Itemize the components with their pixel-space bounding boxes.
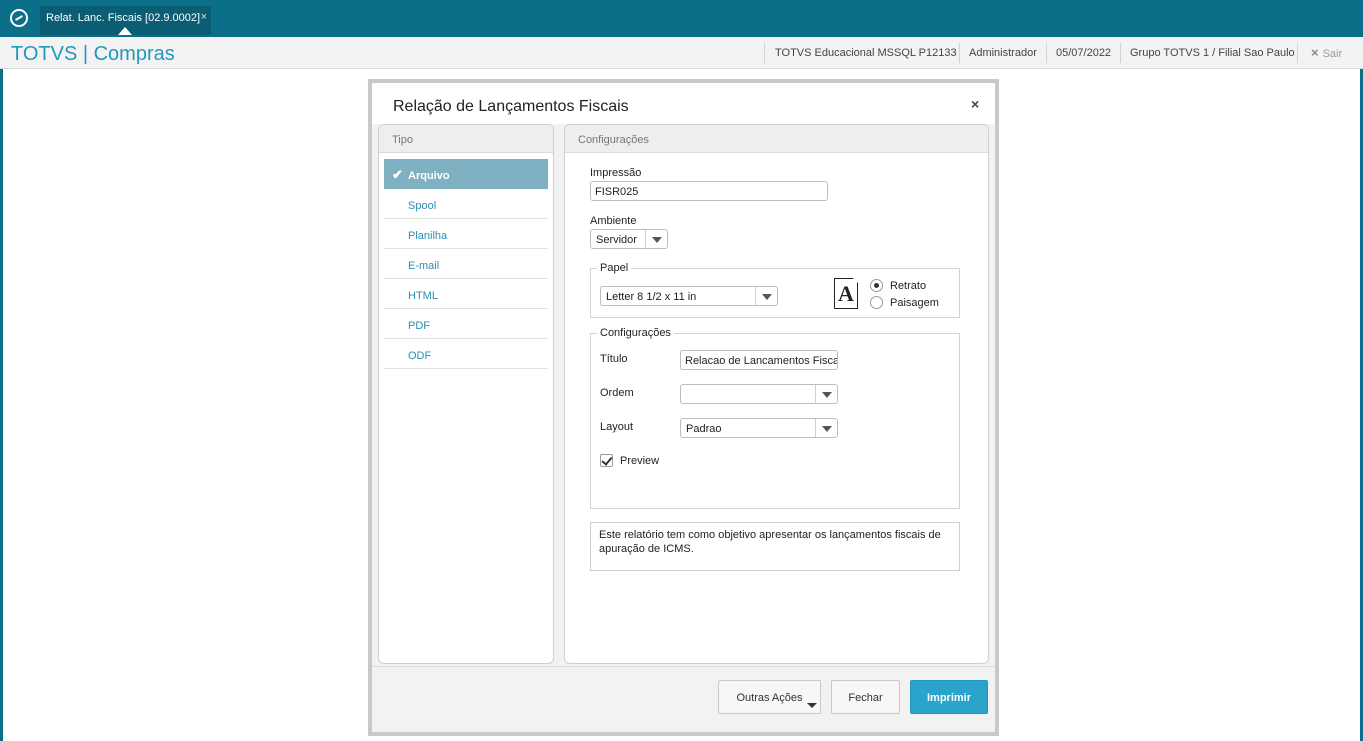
checkmark-icon: ✔ <box>392 167 403 182</box>
dialog-title: Relação de Lançamentos Fiscais <box>393 98 629 115</box>
tipo-panel-header: Tipo <box>379 125 553 153</box>
close-icon: × <box>1311 45 1319 60</box>
paper-size-select[interactable]: Letter 8 1/2 x 11 in <box>600 286 778 306</box>
totvs-logo-icon[interactable] <box>10 9 28 27</box>
header-divider <box>1297 43 1298 63</box>
app-title: TOTVS | Compras <box>11 43 175 65</box>
tipo-item-label: Planilha <box>408 230 448 242</box>
tipo-item-label: E-mail <box>408 260 440 272</box>
tipo-item-spool[interactable]: Spool <box>384 189 548 219</box>
papel-group: Papel Letter 8 1/2 x 11 in A Retrato Pai… <box>590 262 960 318</box>
report-dialog: Relação de Lançamentos Fiscais × Tipo ✔ … <box>368 79 999 736</box>
paisagem-radio[interactable] <box>870 296 883 309</box>
tab-indicator <box>118 27 132 35</box>
titulo-input[interactable]: Relacao de Lancamentos Fisca <box>680 350 838 370</box>
impressao-input[interactable]: FISR025 <box>590 181 828 201</box>
configuracoes-legend: Configurações <box>597 327 674 339</box>
tab-close-icon[interactable]: × <box>201 11 207 23</box>
tipo-item-label: Arquivo <box>408 170 450 182</box>
chevron-down-icon <box>645 230 667 248</box>
tipo-item-html[interactable]: HTML <box>384 279 548 309</box>
paisagem-label: Paisagem <box>890 297 939 309</box>
tipo-item-odf[interactable]: ODF <box>384 339 548 369</box>
tipo-item-label: HTML <box>408 290 438 302</box>
header-divider <box>1046 43 1047 63</box>
tipo-item-email[interactable]: E-mail <box>384 249 548 279</box>
chevron-down-icon <box>755 287 777 305</box>
exit-button[interactable]: × Sair <box>1311 45 1342 60</box>
ordem-label: Ordem <box>600 387 634 399</box>
user-info: Administrador <box>969 47 1037 59</box>
tipo-item-planilha[interactable]: Planilha <box>384 219 548 249</box>
tab-label: Relat. Lanc. Fiscais [02.9.0002] <box>46 12 201 24</box>
top-bar: Relat. Lanc. Fiscais [02.9.0002] × <box>0 0 1363 37</box>
branch-info: Grupo TOTVS 1 / Filial Sao Paulo <box>1130 47 1295 59</box>
outras-acoes-label: Outras Ações <box>736 692 803 704</box>
exit-label: Sair <box>1322 48 1343 60</box>
paper-orientation-icon: A <box>834 277 859 309</box>
retrato-label: Retrato <box>890 280 927 292</box>
app-header: TOTVS | Compras TOTVS Educacional MSSQL … <box>0 37 1363 69</box>
header-divider <box>764 43 765 63</box>
layout-label: Layout <box>600 421 634 433</box>
imprimir-label: Imprimir <box>926 692 971 704</box>
date-info: 05/07/2022 <box>1056 47 1112 59</box>
tipo-item-label: ODF <box>408 350 432 362</box>
retrato-radio[interactable] <box>870 279 883 292</box>
ambiente-value: Servidor <box>596 234 637 246</box>
ordem-select[interactable] <box>680 384 838 404</box>
paper-size-value: Letter 8 1/2 x 11 in <box>606 291 697 303</box>
configuracoes-group: Configurações Título Relacao de Lancamen… <box>590 327 960 509</box>
tipo-panel: Tipo ✔ Arquivo Spool Planilha E-mail HTM… <box>378 124 554 664</box>
preview-checkbox[interactable] <box>600 454 613 467</box>
chevron-down-icon <box>815 419 837 437</box>
header-divider <box>1120 43 1121 63</box>
tipo-item-pdf[interactable]: PDF <box>384 309 548 339</box>
chevron-down-icon <box>807 703 817 708</box>
chevron-down-icon <box>815 385 837 403</box>
configuracoes-panel-header: Configurações <box>565 125 988 153</box>
papel-legend: Papel <box>597 262 632 274</box>
environment-info: TOTVS Educacional MSSQL P12133 <box>775 47 957 59</box>
header-divider <box>959 43 960 63</box>
tipo-item-arquivo[interactable]: ✔ Arquivo <box>384 159 548 189</box>
dialog-header: Relação de Lançamentos Fiscais × <box>372 83 995 124</box>
layout-select[interactable]: Padrao <box>680 418 838 438</box>
ambiente-label: Ambiente <box>590 215 637 227</box>
outras-acoes-button[interactable]: Outras Ações <box>718 680 821 714</box>
report-description: Este relatório tem como objetivo apresen… <box>590 522 960 571</box>
fechar-button[interactable]: Fechar <box>831 680 900 714</box>
preview-label: Preview <box>620 455 660 467</box>
tipo-item-label: PDF <box>408 320 430 332</box>
dialog-close-icon[interactable]: × <box>971 96 979 112</box>
ambiente-select[interactable]: Servidor <box>590 229 668 249</box>
footer-divider <box>372 666 995 667</box>
titulo-label: Título <box>600 353 628 365</box>
left-border <box>0 69 3 741</box>
configuracoes-panel: Configurações Impressão FISR025 Ambiente… <box>564 124 989 664</box>
layout-value: Padrao <box>686 423 722 435</box>
imprimir-button[interactable]: Imprimir <box>910 680 988 714</box>
tipo-item-label: Spool <box>408 200 437 212</box>
fechar-label: Fechar <box>848 692 883 704</box>
impressao-label: Impressão <box>590 167 642 179</box>
